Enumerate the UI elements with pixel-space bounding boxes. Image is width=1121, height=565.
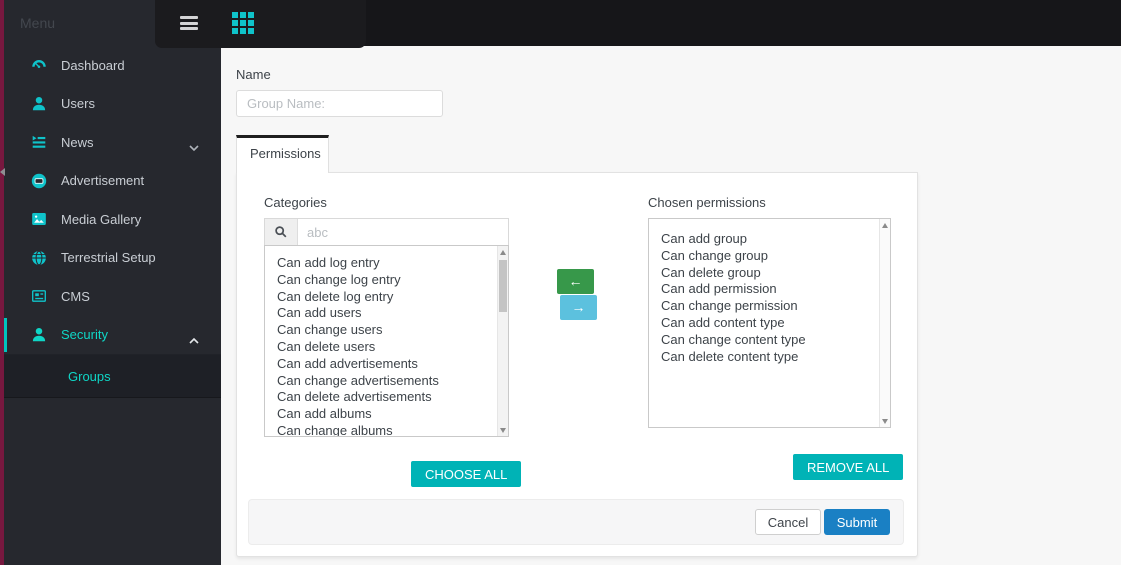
sidebar-item-label: Media Gallery	[61, 211, 142, 227]
permission-option[interactable]: Can add albums	[277, 406, 496, 423]
chosen-permission-option[interactable]: Can change permission	[661, 298, 878, 315]
sidebar-item-label: News	[61, 134, 94, 150]
cancel-button[interactable]: Cancel	[755, 509, 821, 535]
image-icon	[30, 210, 48, 228]
permission-option[interactable]: Can change albums	[277, 423, 496, 436]
sidebar-item-news[interactable]: News	[0, 123, 221, 162]
sidebar-item-label: Users	[61, 96, 95, 112]
chevron-down-icon	[189, 139, 199, 152]
permissions-panel: Categories Chosen permissions Can add lo…	[236, 172, 918, 557]
sidebar-item-label: Security	[61, 327, 108, 343]
security-submenu: Groups	[0, 354, 221, 398]
categories-list-items: Can add log entry Can change log entry Can…	[265, 246, 496, 436]
arrow-left-icon: ←	[568, 273, 583, 289]
permission-option[interactable]: Can delete log entry	[277, 289, 496, 306]
submit-button[interactable]: Submit	[824, 509, 890, 535]
advertisement-icon	[30, 172, 48, 190]
chosen-permissions-list[interactable]: Can add group Can change group Can delete …	[648, 218, 891, 428]
topbar-icons-panel	[155, 0, 366, 48]
permission-option[interactable]: Can change advertisements	[277, 373, 496, 390]
categories-list[interactable]: Can add log entry Can change log entry Can…	[264, 245, 509, 437]
move-to-categories-button[interactable]: ←	[557, 269, 594, 294]
sidebar-accent-stripe	[0, 0, 4, 565]
scrollbar-thumb[interactable]	[499, 260, 507, 312]
permission-option[interactable]: Can delete advertisements	[277, 389, 496, 406]
remove-all-button[interactable]: REMOVE ALL	[793, 454, 904, 480]
permission-option[interactable]: Can add users	[277, 305, 496, 322]
chosen-permission-option[interactable]: Can add permission	[661, 281, 878, 298]
permission-option[interactable]: Can add advertisements	[277, 356, 496, 373]
move-to-chosen-button[interactable]: →	[560, 295, 597, 320]
scroll-up-icon[interactable]	[498, 246, 508, 258]
chosen-permission-option[interactable]: Can add content type	[661, 315, 878, 332]
sidebar-item-dashboard[interactable]: Dashboard	[0, 46, 221, 85]
main-content: Name Permissions Categories Chosen permi…	[221, 46, 1121, 565]
sidebar-item-users[interactable]: Users	[0, 85, 221, 124]
category-search	[264, 218, 509, 246]
chosen-permission-option[interactable]: Can delete group	[661, 265, 878, 282]
chosen-scrollbar[interactable]	[879, 219, 890, 427]
sidebar-collapse-icon[interactable]	[0, 168, 5, 176]
sidebar-item-label: Advertisement	[61, 173, 145, 189]
user-icon	[30, 95, 48, 113]
newspaper-icon	[30, 287, 48, 305]
app-root: Menu Dashboard Users News Advertisement …	[0, 0, 1121, 565]
group-name-input[interactable]	[236, 90, 443, 117]
choose-all-button[interactable]: CHOOSE ALL	[411, 461, 522, 487]
chevron-up-icon	[189, 331, 199, 344]
gauge-icon	[30, 56, 48, 74]
sidebar-item-terrestrial-setup[interactable]: Terrestrial Setup	[0, 239, 221, 278]
permission-option[interactable]: Can delete users	[277, 339, 496, 356]
permission-option[interactable]: Can change log entry	[277, 272, 496, 289]
tab-permissions-label: Permissions	[250, 146, 321, 161]
sidebar-item-label: CMS	[61, 288, 90, 304]
scroll-down-icon[interactable]	[880, 415, 890, 427]
chosen-permission-option[interactable]: Can change content type	[661, 332, 878, 349]
apps-grid-icon[interactable]	[232, 12, 254, 34]
sidebar-subitem-groups[interactable]: Groups	[0, 355, 221, 399]
sidebar-item-cms[interactable]: CMS	[0, 277, 221, 316]
user-icon	[30, 326, 48, 344]
sidebar-item-media-gallery[interactable]: Media Gallery	[0, 200, 221, 239]
categories-scrollbar[interactable]	[497, 246, 508, 436]
chosen-permission-option[interactable]: Can delete content type	[661, 349, 878, 366]
menu-title: Menu	[20, 15, 56, 31]
scroll-down-icon[interactable]	[498, 424, 508, 436]
scroll-up-icon[interactable]	[880, 219, 890, 231]
news-list-icon	[30, 133, 48, 151]
topbar: Menu	[0, 0, 1121, 48]
sidebar-item-security[interactable]: Security	[0, 316, 221, 355]
arrow-right-icon: →	[571, 299, 586, 315]
sidebar: Dashboard Users News Advertisement Media…	[0, 46, 221, 565]
form-footer: Cancel Submit	[248, 499, 904, 545]
name-label: Name	[236, 67, 271, 82]
chosen-permissions-label: Chosen permissions	[648, 195, 766, 210]
search-icon[interactable]	[265, 219, 298, 245]
category-search-input[interactable]	[298, 219, 508, 245]
tab-permissions[interactable]: Permissions	[236, 135, 329, 173]
hamburger-menu-icon[interactable]	[180, 16, 198, 30]
sidebar-item-label: Dashboard	[61, 57, 125, 73]
categories-label: Categories	[264, 195, 327, 210]
globe-icon	[30, 249, 48, 267]
chosen-permission-option[interactable]: Can change group	[661, 248, 878, 265]
sidebar-item-label: Terrestrial Setup	[61, 250, 156, 266]
chosen-permission-option[interactable]: Can add group	[661, 231, 878, 248]
chosen-list-items: Can add group Can change group Can delete …	[649, 219, 878, 427]
permission-option[interactable]: Can add log entry	[277, 255, 496, 272]
permission-option[interactable]: Can change users	[277, 322, 496, 339]
sidebar-item-advertisement[interactable]: Advertisement	[0, 162, 221, 201]
